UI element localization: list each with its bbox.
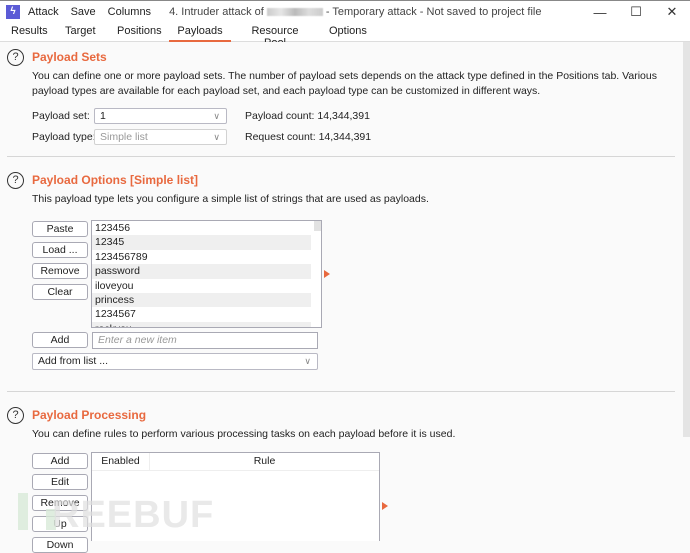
payload-type-value: Simple list [100,131,148,143]
payload-set-select[interactable]: 1 ∨ [94,108,227,124]
paste-button[interactable]: Paste [32,221,88,237]
payload-options-title: Payload Options [Simple list] [32,173,199,187]
processing-rules-table[interactable]: Enabled Rule [91,452,380,541]
title-bar: ϟ Attack Save Columns 4. Intruder attack… [0,0,690,22]
tab-target[interactable]: Target [65,22,96,42]
tab-payloads[interactable]: Payloads [169,22,231,43]
vertical-scrollbar[interactable] [683,42,690,437]
tab-options[interactable]: Options [329,22,367,42]
watermark-logo [46,509,56,530]
help-icon[interactable]: ? [7,49,24,66]
payload-type-label: Payload type: [32,131,96,143]
remove-rule-button[interactable]: Remove [32,495,88,511]
payload-type-select[interactable]: Simple list ∨ [94,129,227,145]
payload-processing-description: You can define rules to perform various … [32,428,456,440]
payload-count-label: Payload count: [245,110,315,122]
menu-save[interactable]: Save [71,6,96,18]
payload-set-label: Payload set: [32,110,90,122]
menu-columns[interactable]: Columns [108,6,151,18]
list-item[interactable]: iloveyou [92,279,311,293]
list-item[interactable]: 123456 [92,221,311,235]
payload-count: Payload count: 14,344,391 [245,110,370,122]
list-item[interactable]: password [92,264,311,279]
window-title-prefix: 4. Intruder attack of [169,5,264,18]
maximize-icon[interactable]: ☐ [618,1,654,23]
payload-list[interactable]: 123456 12345 123456789 password iloveyou… [91,220,322,328]
help-icon[interactable]: ? [7,172,24,189]
tab-resource-pool[interactable]: Resource Pool [243,22,307,49]
payload-sets-description: You can define one or more payload sets.… [32,70,657,97]
list-scrollbar-thumb[interactable] [314,221,321,231]
section-divider [7,391,675,392]
list-item[interactable]: 12345 [92,235,311,250]
help-icon[interactable]: ? [7,407,24,424]
watermark-logo [18,493,28,530]
load-button[interactable]: Load ... [32,242,88,258]
request-count-value: 14,344,391 [318,131,372,143]
payload-sets-title: Payload Sets [32,50,107,64]
add-from-list-select[interactable]: Add from list ... ∨ [32,353,318,370]
expand-arrow-icon[interactable] [382,502,388,510]
edit-rule-button[interactable]: Edit [32,474,88,490]
down-rule-button[interactable]: Down [32,537,88,553]
minimize-icon[interactable]: — [582,1,618,23]
payload-options-description: This payload type lets you configure a s… [32,193,429,205]
burp-logo-icon: ϟ [6,4,20,19]
tab-positions[interactable]: Positions [117,22,162,42]
clear-button[interactable]: Clear [32,284,88,300]
section-divider [7,156,675,157]
chevron-down-icon: ∨ [213,111,220,121]
payload-processing-title: Payload Processing [32,408,147,422]
new-item-input[interactable]: Enter a new item [92,332,318,349]
add-item-button[interactable]: Add [32,332,88,348]
window-title-suffix: - Temporary attack - Not saved to projec… [325,5,542,18]
tab-bar: Results Target Positions Payloads Resour… [0,22,690,49]
payload-count-value: 14,344,391 [317,110,370,122]
list-item[interactable]: 1234567 [92,307,311,321]
expand-arrow-icon[interactable] [324,270,330,278]
request-count: Request count: 14,344,391 [245,131,371,143]
remove-button[interactable]: Remove [32,263,88,279]
list-item[interactable]: princess [92,292,311,308]
menu-attack[interactable]: Attack [28,6,59,18]
redacted-host [266,7,323,16]
up-rule-button[interactable]: Up [32,516,88,532]
column-header-rule[interactable]: Rule [150,453,379,471]
close-icon[interactable]: ✕ [654,1,690,23]
list-item[interactable]: rockyou [92,321,311,327]
add-rule-button[interactable]: Add [32,453,88,469]
chevron-down-icon: ∨ [213,132,220,142]
payload-set-value: 1 [100,110,106,122]
column-header-enabled[interactable]: Enabled [92,453,150,471]
request-count-label: Request count: [245,131,316,143]
list-item[interactable]: 123456789 [92,250,311,264]
window-controls: — ☐ ✕ [582,1,690,23]
window-title: 4. Intruder attack of - Temporary attack… [169,6,541,18]
add-from-list-value: Add from list ... [38,355,109,367]
tab-results[interactable]: Results [11,22,48,42]
chevron-down-icon: ∨ [304,356,311,366]
